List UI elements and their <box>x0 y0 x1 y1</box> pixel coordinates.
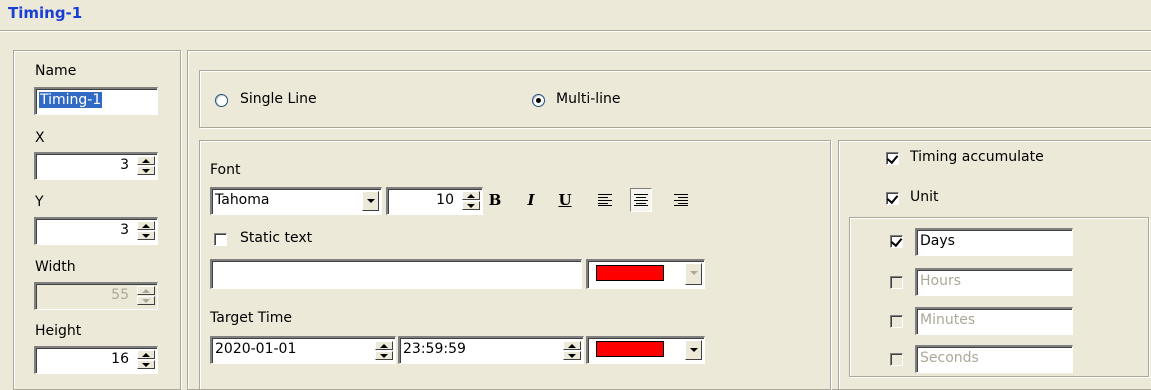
width-value: 55 <box>111 287 129 303</box>
bold-button[interactable]: B <box>484 188 506 212</box>
font-size-spin-buttons[interactable] <box>462 191 480 210</box>
width-spin-buttons <box>137 286 155 305</box>
align-right-icon <box>674 194 688 206</box>
width-label: Width <box>35 259 76 275</box>
name-field[interactable]: Timing-1 <box>34 87 158 115</box>
height-label: Height <box>35 323 82 339</box>
target-time-field[interactable]: 23:59:59 <box>398 336 584 364</box>
minutes-field: Minutes <box>915 307 1073 335</box>
width-stepper: 55 <box>34 282 158 310</box>
font-family-value: Tahoma <box>215 192 270 208</box>
seconds-checkbox <box>890 353 903 366</box>
days-checkbox[interactable] <box>890 235 903 248</box>
name-label: Name <box>35 63 77 79</box>
timing-accumulate-label[interactable]: Timing accumulate <box>910 149 1044 165</box>
hours-field: Hours <box>915 268 1073 296</box>
multi-line-radio[interactable] <box>532 94 545 107</box>
static-text-label[interactable]: Static text <box>240 230 312 246</box>
title-divider <box>0 30 1151 32</box>
window-title: Timing-1 <box>8 4 83 22</box>
static-text-input[interactable] <box>210 259 582 289</box>
target-date-spin-buttons[interactable] <box>375 341 393 360</box>
static-text-checkbox[interactable] <box>214 233 227 246</box>
days-value: Days <box>920 233 955 249</box>
static-text-color-swatch <box>596 265 664 281</box>
italic-button[interactable]: I <box>520 188 542 212</box>
unit-label[interactable]: Unit <box>910 189 939 205</box>
align-left-button[interactable] <box>594 188 616 212</box>
y-label: Y <box>35 194 44 210</box>
target-time-color-swatch <box>596 341 664 357</box>
timing-accumulate-checkbox[interactable] <box>886 152 899 165</box>
name-value: Timing-1 <box>39 92 103 108</box>
multi-line-label[interactable]: Multi-line <box>556 91 621 107</box>
font-family-select[interactable]: Tahoma <box>210 187 382 215</box>
y-spin-buttons[interactable] <box>137 221 155 240</box>
height-value: 16 <box>111 351 129 367</box>
single-line-label[interactable]: Single Line <box>240 91 317 107</box>
static-text-color-picker[interactable] <box>586 259 705 289</box>
minutes-value: Minutes <box>920 312 976 328</box>
x-value: 3 <box>120 157 129 173</box>
target-date-field[interactable]: 2020-01-01 <box>210 336 396 364</box>
y-value: 3 <box>120 222 129 238</box>
minutes-checkbox <box>890 315 903 328</box>
x-label: X <box>35 130 45 146</box>
target-time-value: 23:59:59 <box>403 341 466 357</box>
hours-checkbox <box>890 276 903 289</box>
target-date-value: 2020-01-01 <box>215 341 297 357</box>
static-text-color-dropdown-icon <box>685 263 702 285</box>
font-label: Font <box>210 162 241 178</box>
target-time-color-dropdown-icon[interactable] <box>685 340 702 360</box>
single-line-radio[interactable] <box>215 94 228 107</box>
seconds-value: Seconds <box>920 350 979 366</box>
hours-value: Hours <box>920 273 962 289</box>
underline-button[interactable]: U <box>554 188 576 212</box>
target-time-spin-buttons[interactable] <box>563 341 581 360</box>
font-family-dropdown-icon[interactable] <box>362 191 379 211</box>
x-spin-buttons[interactable] <box>137 156 155 175</box>
font-size-value: 10 <box>436 192 454 208</box>
y-stepper[interactable]: 3 <box>34 217 158 245</box>
target-time-color-picker[interactable] <box>586 336 705 364</box>
target-time-label: Target Time <box>210 310 293 326</box>
seconds-field: Seconds <box>915 345 1073 373</box>
line-mode-group <box>199 70 1151 128</box>
align-left-icon <box>598 194 612 206</box>
height-spin-buttons[interactable] <box>137 350 155 369</box>
height-stepper[interactable]: 16 <box>34 346 158 374</box>
align-right-button[interactable] <box>670 188 692 212</box>
days-field[interactable]: Days <box>915 228 1073 256</box>
font-size-stepper[interactable]: 10 <box>386 187 483 215</box>
align-center-icon <box>634 194 648 206</box>
x-stepper[interactable]: 3 <box>34 152 158 180</box>
unit-checkbox[interactable] <box>886 192 899 205</box>
align-center-button[interactable] <box>630 188 652 212</box>
